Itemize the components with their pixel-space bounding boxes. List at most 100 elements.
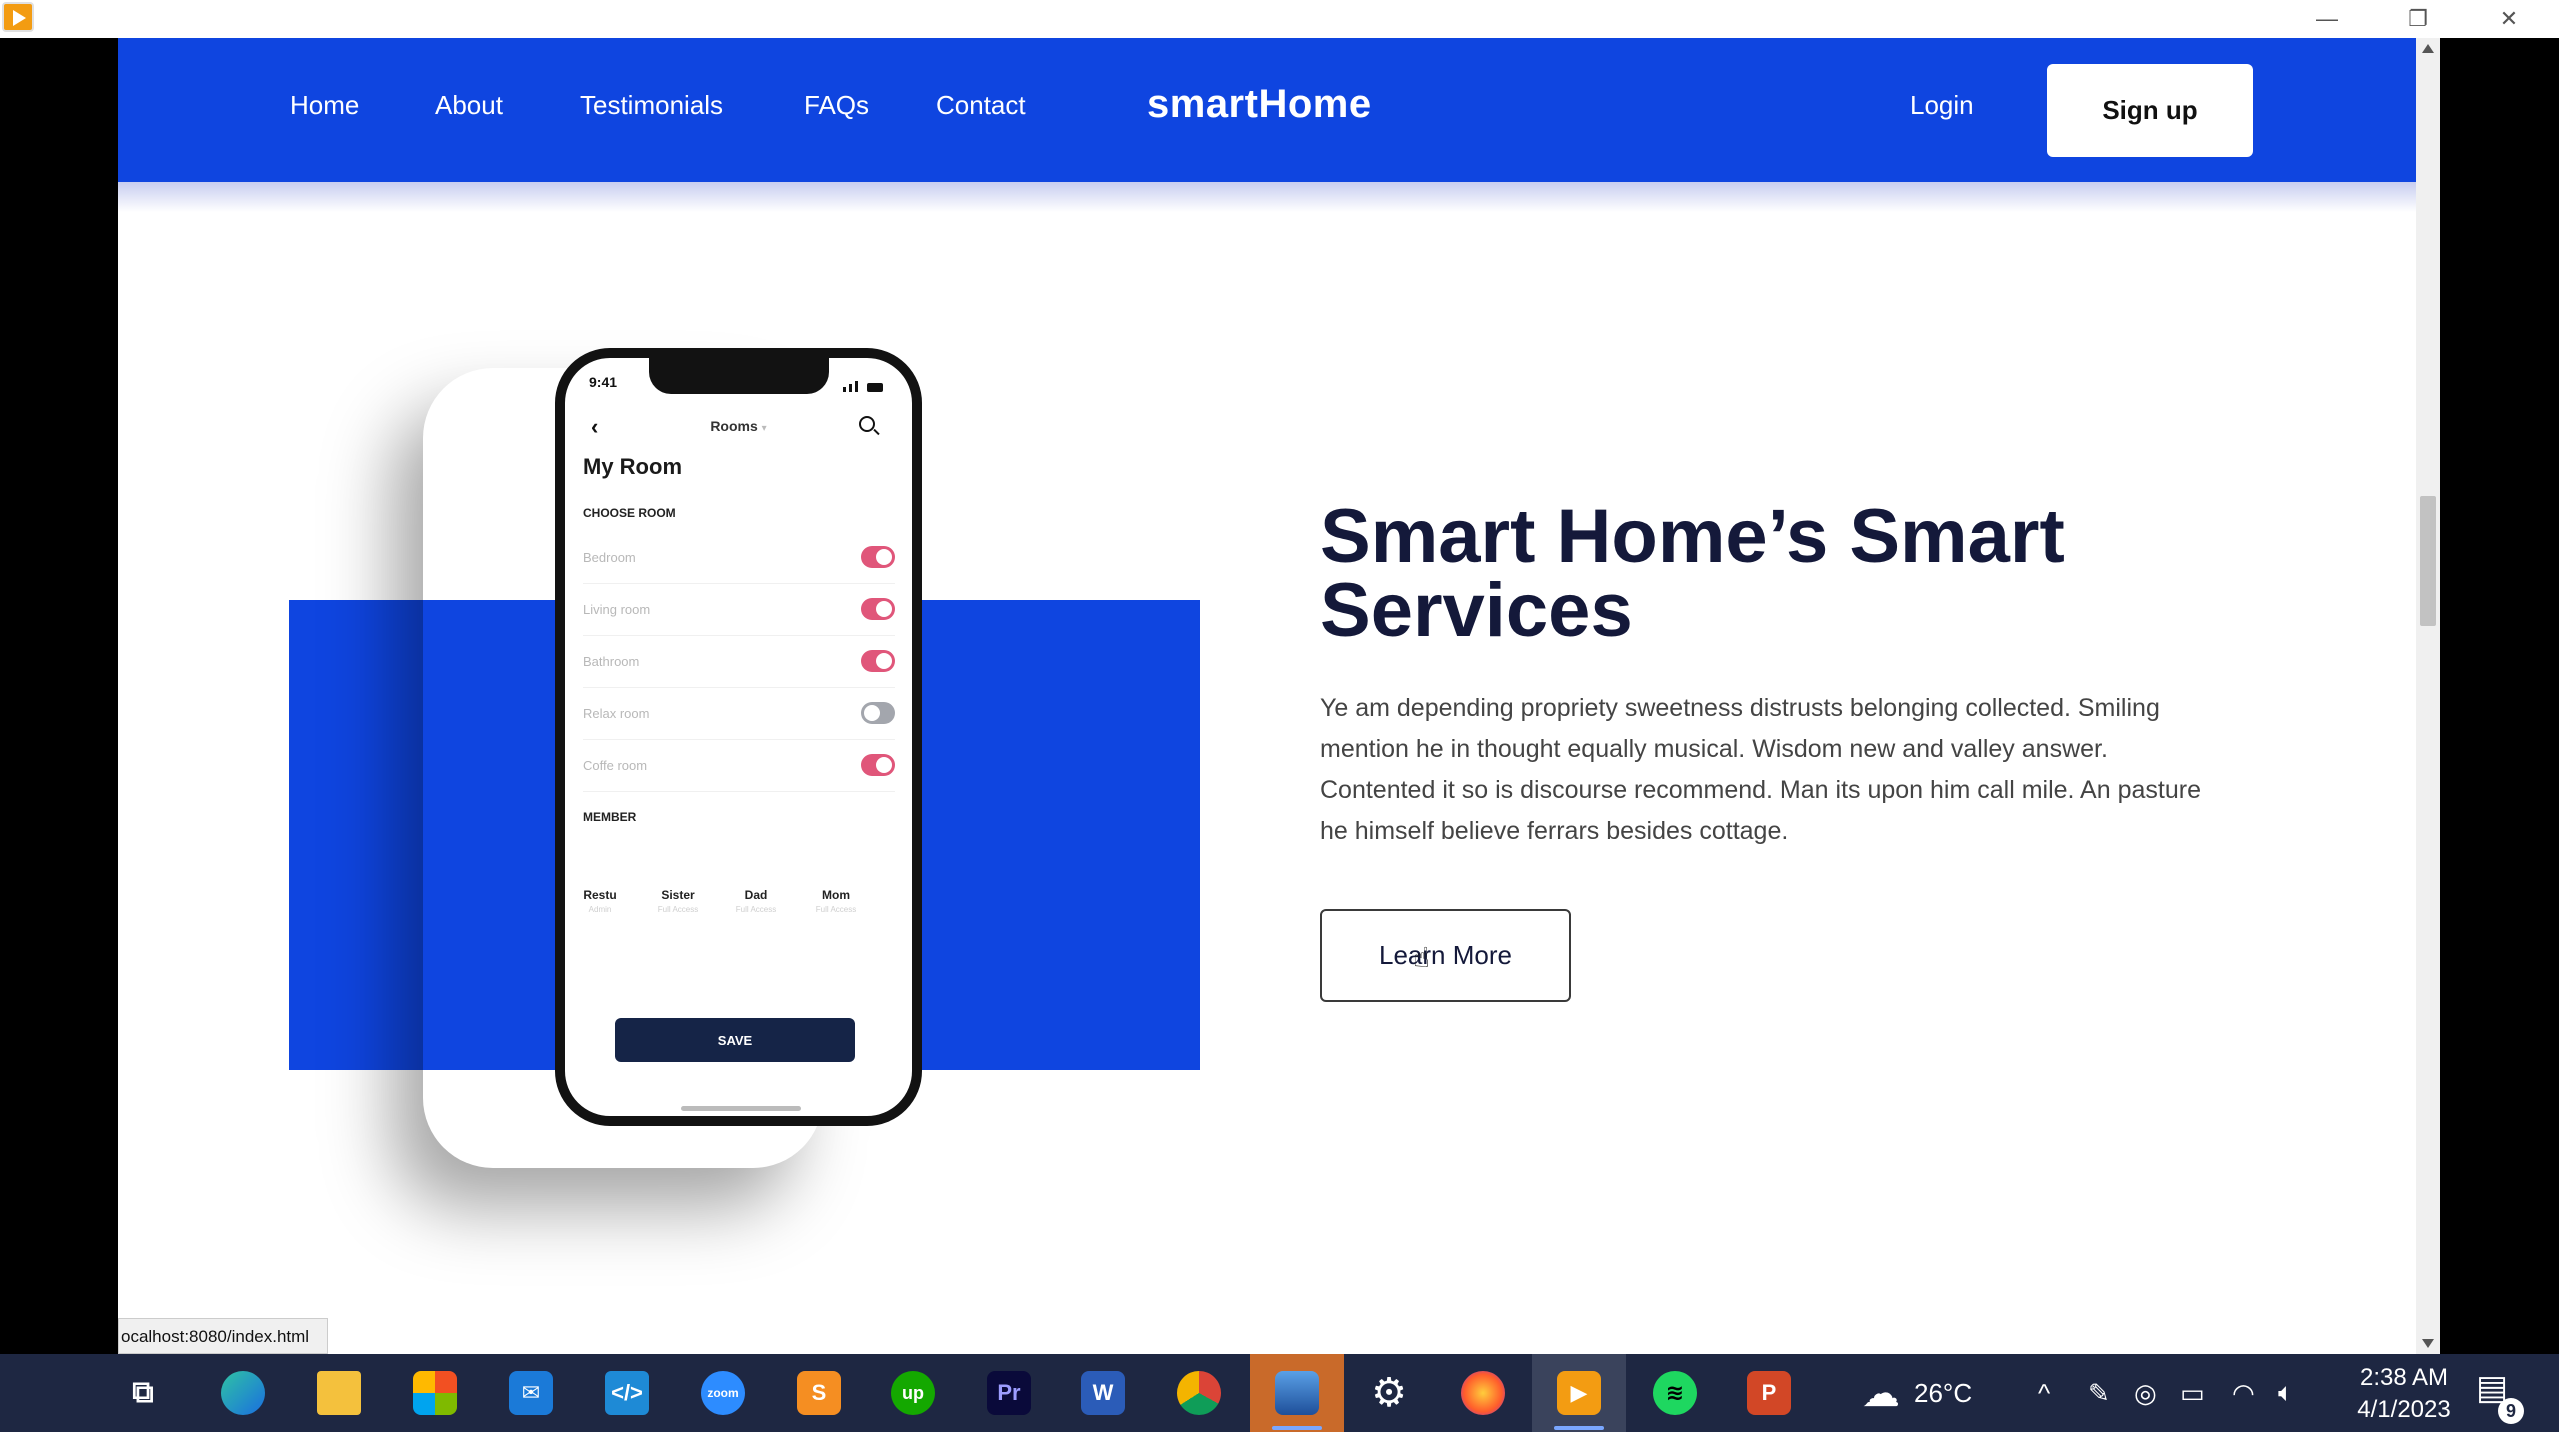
word-icon: W [1081,1371,1125,1415]
phone-home-indicator [681,1106,801,1111]
signup-button[interactable]: Sign up [2047,64,2253,157]
nav-link-contact[interactable]: Contact [936,90,1026,121]
signal-wifi-battery-icon [843,374,893,392]
folder-icon [317,1371,361,1415]
window-titlebar: — ❐ ✕ [0,0,2559,38]
maximize-button[interactable]: ❐ [2373,0,2463,38]
phone-save-button: SAVE [615,1018,855,1062]
show-hidden-icons-chevron-icon[interactable]: ^ [2038,1354,2050,1432]
volume-icon[interactable]: 🔈︎ [2278,1354,2294,1432]
toggle-switch-on [861,754,895,776]
taskbar-photos[interactable] [1250,1354,1344,1432]
task-view-button[interactable]: ⧉ [96,1354,190,1432]
taskbar-chrome[interactable] [1152,1354,1246,1432]
navbar: Home About Testimonials FAQs Contact sma… [118,38,2416,182]
room-row: Bathroom [583,636,895,688]
hero-body-text: Ye am depending propriety sweetness dist… [1320,694,2201,845]
scrollbar-thumb[interactable] [2420,496,2436,626]
media-player-icon: ▶ [1557,1371,1601,1415]
phone-notch [649,358,829,394]
wifi-icon[interactable]: ◠ [2232,1354,2255,1432]
room-name: Relax room [583,706,650,721]
member-role: Full Access [657,905,699,914]
upwork-icon: up [891,1371,935,1415]
taskbar-firefox[interactable] [1436,1354,1530,1432]
taskbar-settings[interactable]: ⚙ [1342,1354,1436,1432]
taskbar-upwork[interactable]: up [866,1354,960,1432]
gear-icon: ⚙ [1371,1371,1407,1415]
windows-logo-icon [27,1373,67,1413]
nav-link-faqs[interactable]: FAQs [804,90,869,121]
phone-room-title: My Room [583,454,682,479]
room-row: Living room [583,584,895,636]
edge-icon [221,1371,265,1415]
store-icon [413,1371,457,1415]
taskbar-media-player[interactable]: ▶ [1532,1354,1626,1432]
minimize-button[interactable]: — [2282,0,2372,38]
toggle-switch-on [861,650,895,672]
member-name: Mom [822,888,850,902]
letterbox-right [2440,38,2559,1354]
member-name: Sister [661,888,695,902]
taskbar-premiere[interactable]: Pr [962,1354,1056,1432]
chevron-down-icon: ▾ [761,423,767,434]
scroll-up-arrow-icon[interactable] [2422,44,2434,53]
start-button[interactable] [0,1354,94,1432]
nav-link-home[interactable]: Home [290,90,359,121]
app-icon [2,2,34,32]
task-view-icon: ⧉ [132,1376,154,1409]
nav-link-testimonials[interactable]: Testimonials [580,90,723,121]
room-name: Living room [583,602,651,617]
clock-time: 2:38 AM [2359,1364,2449,1391]
battery-icon[interactable]: ▭ [2180,1354,2205,1432]
member-item: Dad Full Access [721,888,791,914]
taskbar-zoom[interactable]: zoom [676,1354,770,1432]
clock-date: 4/1/2023 [2357,1396,2451,1423]
taskbar-sublime[interactable]: S [772,1354,866,1432]
member-item: Mom Full Access [801,888,871,914]
status-bar-url: ocalhost:8080/index.html [118,1318,328,1354]
login-link[interactable]: Login [1910,90,1974,121]
nav-link-about[interactable]: About [435,90,503,121]
taskbar-word[interactable]: W [1056,1354,1150,1432]
navbar-shadow [118,182,2416,212]
mail-icon: ✉ [509,1371,553,1415]
phone-mockup: 9:41 ‹ Rooms ▾ My Room CHOOSE ROOM Bedro… [555,348,922,1126]
pen-icon[interactable]: ✎ [2088,1354,2110,1432]
taskbar-vscode[interactable]: </> [580,1354,674,1432]
member-item: Sister Full Access [643,888,713,914]
taskbar-spotify[interactable]: ≋ [1628,1354,1722,1432]
room-name: Bedroom [583,550,636,565]
powerpoint-icon: P [1747,1371,1791,1415]
taskbar-store[interactable] [388,1354,482,1432]
vscode-icon: </> [605,1371,649,1415]
meet-now-icon[interactable]: ◎ [2134,1354,2157,1432]
zoom-icon: zoom [701,1371,745,1415]
cloudy-weather-icon: ☁ [1862,1372,1900,1415]
taskbar-mail[interactable]: ✉ [484,1354,578,1432]
taskbar-edge[interactable] [196,1354,290,1432]
weather-widget[interactable]: ☁ 26°C [1862,1354,1972,1432]
brand-logo[interactable]: smartHome [1147,82,1372,127]
close-button[interactable]: ✕ [2464,0,2554,38]
room-row: Coffe room [583,740,895,792]
member-name: Dad [744,888,768,902]
vertical-scrollbar[interactable] [2416,38,2440,1354]
search-icon [859,416,875,432]
clock[interactable]: 2:38 AM 4/1/2023 [2314,1362,2494,1426]
taskbar-powerpoint[interactable]: P [1722,1354,1816,1432]
scroll-down-arrow-icon[interactable] [2422,1339,2434,1348]
taskbar-file-explorer[interactable] [292,1354,386,1432]
web-page: Home About Testimonials FAQs Contact sma… [118,38,2416,1354]
choose-room-label: CHOOSE ROOM [583,506,676,520]
learn-more-button[interactable]: Learn More [1320,909,1571,1002]
toggle-switch-on [861,598,895,620]
member-role: Full Access [815,905,857,914]
sublime-text-icon: S [797,1371,841,1415]
room-name: Bathroom [583,654,640,669]
room-name: Coffe room [583,758,648,773]
toggle-switch-on [861,546,895,568]
toggle-switch-off [861,702,895,724]
letterbox-left [0,38,118,1354]
hand-cursor-icon: ☝ [1413,942,1431,973]
